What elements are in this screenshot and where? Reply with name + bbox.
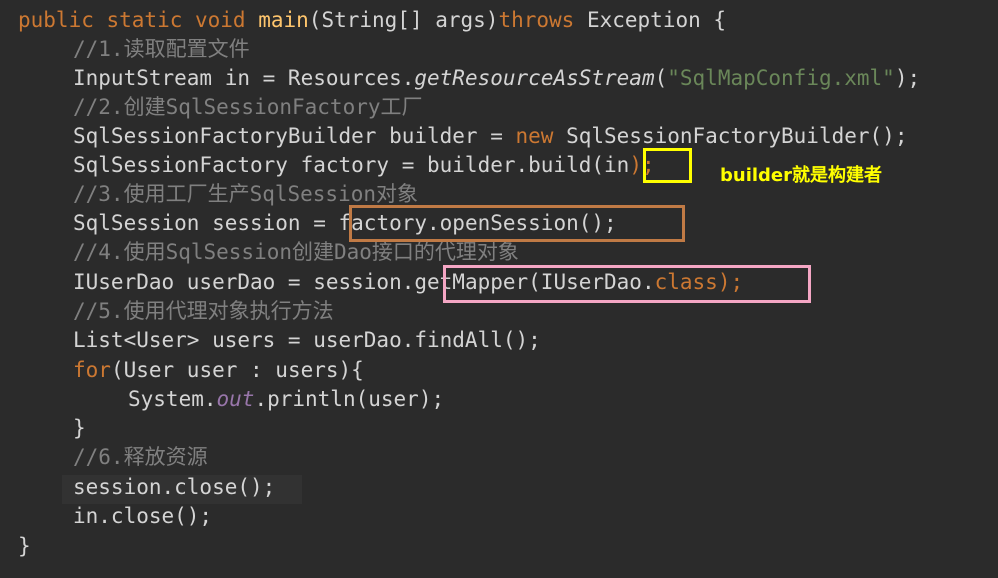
code-token: );	[894, 66, 921, 90]
code-line-13: for(User user : users){	[73, 356, 364, 385]
code-line-5: SqlSessionFactoryBuilder builder = new S…	[73, 122, 907, 151]
in-highlight-box	[643, 148, 692, 183]
code-comment-4: //4.使用SqlSession创建Dao接口的代理对象	[73, 240, 519, 264]
code-line-12: List<User> users = userDao.findAll();	[73, 328, 541, 352]
out-field-token: out	[216, 387, 255, 411]
code-token: System.	[128, 387, 217, 411]
method-call-token: getResourceAsStream	[414, 66, 655, 90]
code-line-15: }	[73, 416, 86, 440]
open-session-highlight-box	[349, 205, 685, 242]
code-token: (User user : users){	[110, 358, 364, 382]
code-comment-5: //5.使用代理对象执行方法	[73, 299, 334, 323]
code-line-19: }	[18, 534, 31, 558]
params-token: (String[] args)	[308, 8, 499, 32]
code-token: IUserDao userDao = session.	[73, 270, 415, 294]
code-token: .println(user);	[254, 387, 445, 411]
in-argument-token: in	[604, 153, 630, 177]
code-token: SqlSessionFactory factory = builder.buil…	[73, 153, 605, 177]
code-line-3: InputStream in = Resources.getResourceAs…	[73, 64, 920, 93]
method-name-token: main	[258, 8, 309, 32]
code-token: SqlSession session =	[73, 211, 339, 235]
for-keyword-token: for	[73, 358, 111, 382]
code-token: SqlSessionFactoryBuilder builder =	[73, 124, 516, 148]
code-editor[interactable]: public static void main(String[] args)th…	[0, 0, 998, 578]
string-literal-token: "SqlMapConfig.xml"	[667, 66, 895, 90]
code-line-18: in.close();	[73, 504, 213, 528]
code-line-14: System.out.println(user);	[128, 385, 444, 414]
new-keyword-token: new	[515, 124, 567, 148]
code-line-17: session.close();	[73, 475, 276, 499]
code-token: InputStream in = Resources.	[73, 66, 415, 90]
code-line-1: public static void main(String[] args)th…	[18, 6, 726, 35]
annotation-note: builder就是构建者	[720, 165, 883, 186]
get-mapper-highlight-box	[443, 265, 811, 303]
code-comment-6: //6.释放资源	[73, 445, 208, 469]
throws-keyword-token: throws	[498, 8, 587, 32]
code-token: (	[654, 66, 668, 90]
code-line-6: SqlSessionFactory factory = builder.buil…	[73, 151, 655, 180]
code-token: SqlSessionFactoryBuilder();	[566, 124, 908, 148]
keyword-token: public static void	[18, 8, 259, 32]
code-comment-2: //2.创建SqlSessionFactory工厂	[73, 95, 423, 119]
exception-token: Exception {	[586, 8, 727, 32]
code-comment-1: //1.读取配置文件	[73, 37, 250, 61]
